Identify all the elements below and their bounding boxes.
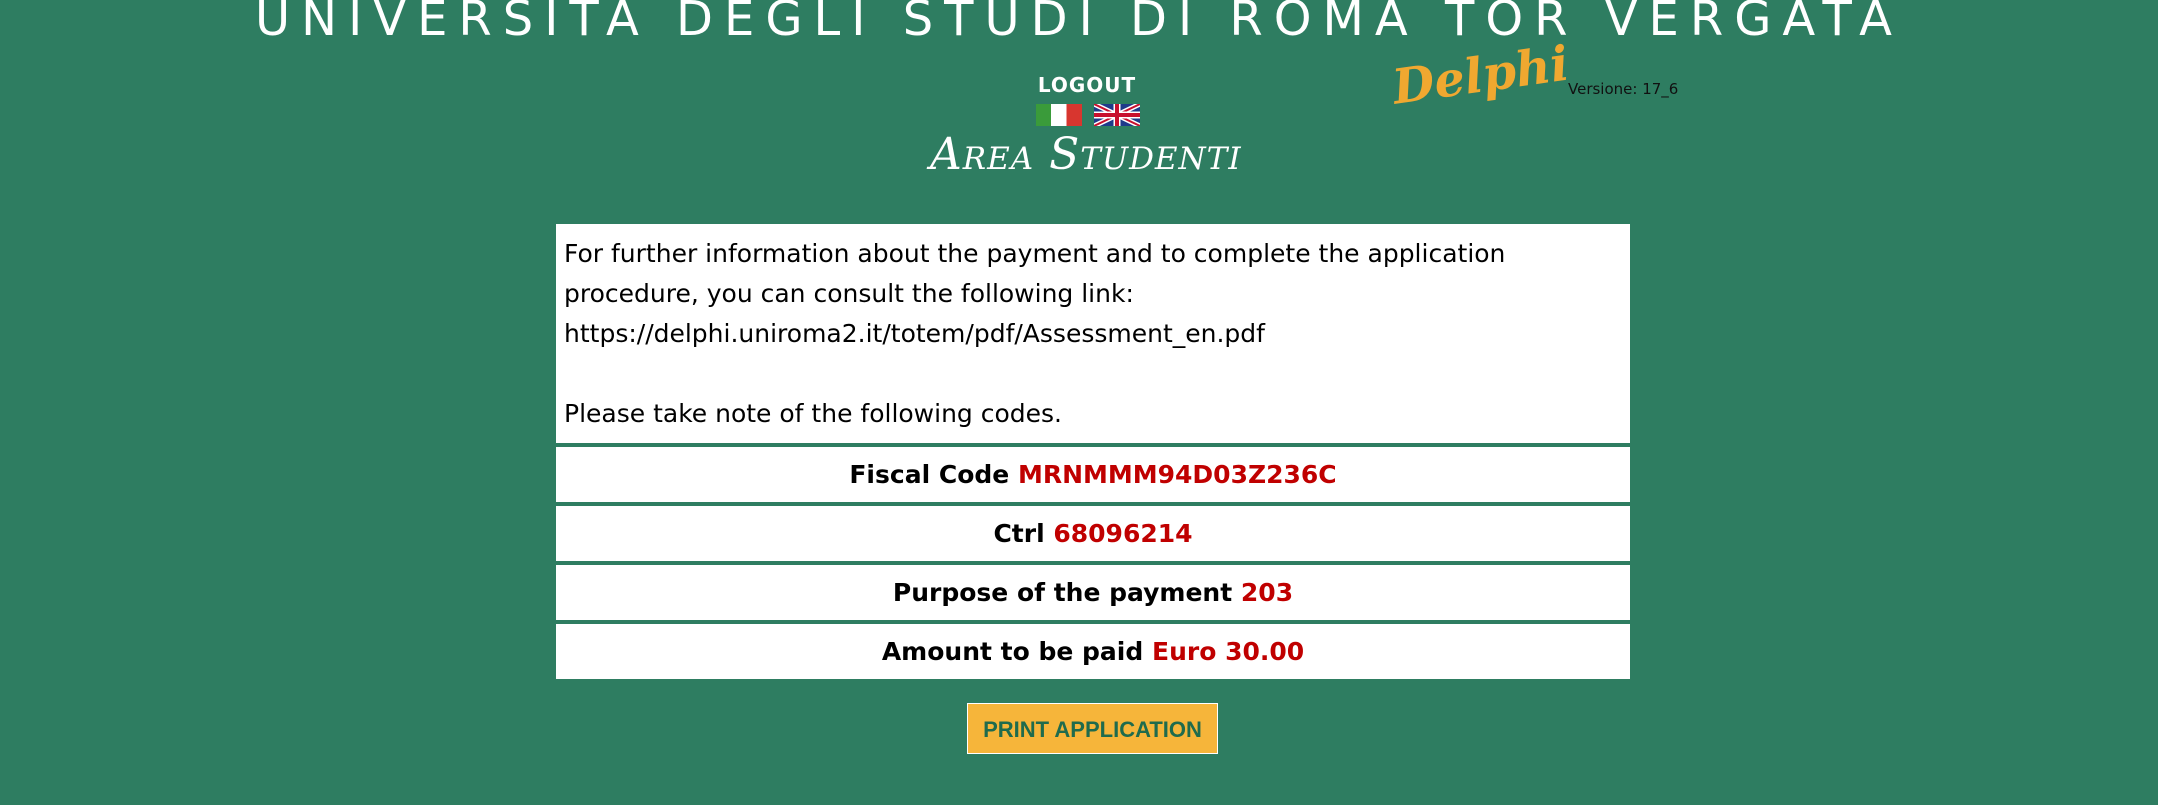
- amount-value: Euro 30.00: [1152, 637, 1305, 666]
- fiscal-code-label: Fiscal Code: [849, 460, 1010, 489]
- italian-flag-icon[interactable]: [1036, 104, 1082, 126]
- amount-row: Amount to be paid Euro 30.00: [556, 624, 1630, 679]
- print-application-button[interactable]: PRINT APPLICATION: [967, 703, 1218, 754]
- ctrl-row: Ctrl 68096214: [556, 506, 1630, 561]
- uk-flag-icon[interactable]: [1094, 104, 1140, 126]
- ctrl-value: 68096214: [1053, 519, 1193, 548]
- payment-purpose-label: Purpose of the payment: [892, 578, 1233, 607]
- ctrl-label: Ctrl: [993, 519, 1045, 548]
- payment-purpose-value: 203: [1240, 578, 1294, 607]
- payment-info-panel: For further information about the paymen…: [556, 224, 1630, 679]
- info-box: For further information about the paymen…: [556, 224, 1630, 443]
- amount-label: Amount to be paid: [881, 637, 1144, 666]
- info-text-line: procedure, you can consult the following…: [564, 279, 1134, 308]
- logout-link[interactable]: LOGOUT: [1030, 73, 1144, 97]
- fiscal-code-value: MRNMMM94D03Z236C: [1017, 460, 1337, 489]
- assessment-link: https://delphi.uniroma2.it/totem/pdf/Ass…: [564, 319, 1265, 348]
- version-label: Versione: 17_6: [1568, 80, 1679, 98]
- fiscal-code-row: Fiscal Code MRNMMM94D03Z236C: [556, 447, 1630, 502]
- info-text-line: For further information about the paymen…: [564, 239, 1506, 268]
- university-title: UNIVERSITÀ DEGLI STUDI DI ROMA TOR VERGA…: [255, 0, 1903, 47]
- delphi-logo: Delphi: [1389, 35, 1573, 116]
- codes-note: Please take note of the following codes.: [564, 399, 1062, 428]
- payment-purpose-row: Purpose of the payment 203: [556, 565, 1630, 620]
- area-studenti-title: Area Studenti: [930, 129, 1242, 180]
